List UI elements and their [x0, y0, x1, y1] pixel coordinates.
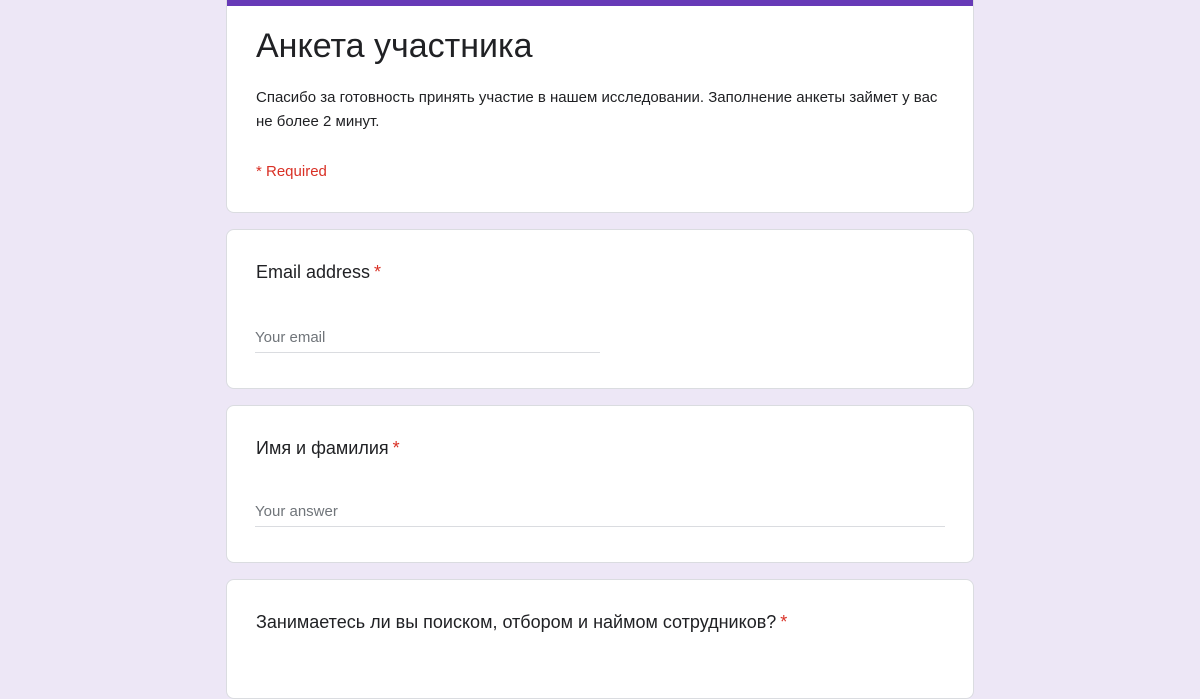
question-label: Email address — [256, 262, 371, 282]
question-card-name: Имя и фамилия * — [226, 405, 974, 563]
question-title-hiring: Занимаетесь ли вы поиском, отбором и най… — [256, 610, 787, 634]
required-asterisk: * — [374, 262, 382, 282]
name-input[interactable] — [255, 496, 945, 527]
question-label: Имя и фамилия — [256, 438, 389, 458]
email-input[interactable] — [255, 322, 600, 353]
form-header-card: Анкета участника Спасибо за готовность п… — [226, 0, 974, 213]
question-card-email: Email address * — [226, 229, 974, 389]
required-note: * Required — [256, 163, 327, 180]
required-asterisk: * — [780, 612, 788, 632]
form-description: Спасибо за готовность принять участие в … — [256, 89, 938, 130]
required-asterisk: * — [392, 438, 400, 458]
question-title-name: Имя и фамилия * — [256, 436, 400, 460]
question-card-hiring: Занимаетесь ли вы поиском, отбором и най… — [226, 579, 974, 699]
question-title-email: Email address * — [256, 260, 381, 284]
question-label: Занимаетесь ли вы поиском, отбором и най… — [256, 612, 777, 632]
header-accent-bar — [227, 0, 973, 6]
form-title: Анкета участника — [256, 27, 533, 65]
form-column: Анкета участника Спасибо за готовность п… — [226, 0, 974, 699]
